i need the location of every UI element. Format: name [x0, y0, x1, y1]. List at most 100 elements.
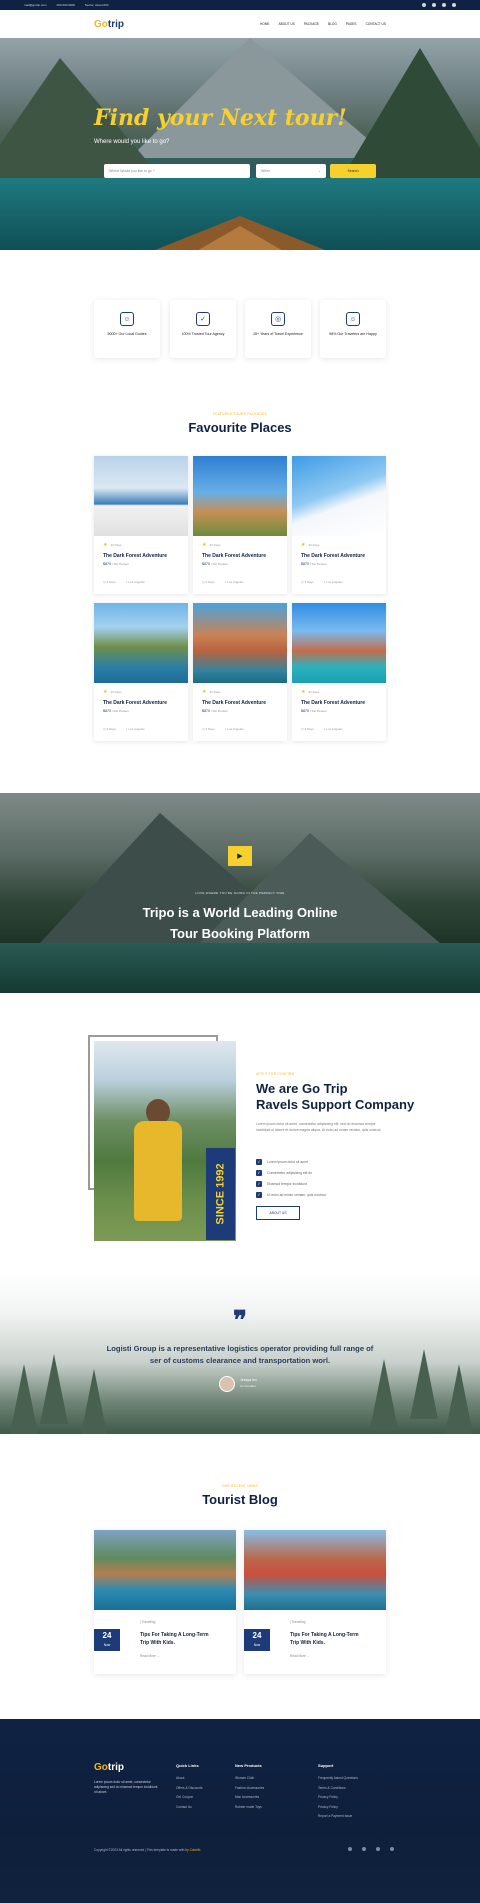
trusted-icon: ✓ — [196, 312, 210, 326]
nav-item-contact[interactable]: CONTACT US — [366, 22, 386, 26]
footer-link[interactable]: Frequently Asked Questions — [318, 1774, 358, 1784]
colorlib-link[interactable]: by Colorlib — [185, 1848, 200, 1852]
globe-icon[interactable] — [390, 1847, 394, 1851]
nav-item-package[interactable]: PACKAGE — [304, 22, 319, 26]
place-card[interactable]: ★ 32 Days The Dark Forest Adventure $870 … — [292, 603, 386, 741]
facebook-icon[interactable] — [442, 3, 446, 7]
copyright: Copyright ©2023 All rights reserved | Th… — [94, 1848, 201, 1852]
footer-col-title: New Products — [235, 1763, 262, 1768]
nav-item-pages[interactable]: PAGES — [346, 22, 357, 26]
blog-card[interactable] — [244, 1530, 386, 1674]
footer-col-title: Support — [318, 1763, 334, 1768]
when-select[interactable]: When ⌄ — [256, 164, 326, 178]
check-icon: ✓ — [256, 1180, 262, 1187]
video-title: Tripo is a World Leading Online Tour Book… — [142, 905, 338, 941]
nav-item-blog[interactable]: BLOG — [328, 22, 337, 26]
nav-item-home[interactable]: HOME — [260, 22, 270, 26]
read-more-link[interactable]: Read More → — [290, 1654, 310, 1658]
clock-icon: ◷ 3 Days — [301, 727, 314, 731]
twitter-icon[interactable] — [348, 1847, 352, 1851]
youtube-icon[interactable] — [432, 3, 436, 7]
clock-icon: ◷ 3 Days — [202, 727, 215, 731]
feature-card: ✓ 100% Trusted Tour Agency — [170, 300, 236, 358]
footer-link[interactable]: Report a Payment Issue — [318, 1812, 358, 1822]
star-icon: ★ — [103, 689, 108, 695]
quote-icon: ❞ — [233, 1306, 247, 1336]
footer-link[interactable]: Rubber made Toys — [235, 1803, 264, 1813]
footer-logo[interactable]: Gotrip — [94, 1762, 124, 1773]
footer-link[interactable]: Contact Us — [176, 1803, 203, 1813]
place-card[interactable]: ★ 32 Days The Dark Forest Adventure $870 … — [193, 456, 287, 594]
star-icon: ★ — [301, 542, 306, 548]
about-title: We are Go Trip Ravels Support Company — [256, 1081, 415, 1112]
location-icon: ⌖ Los Angeles — [125, 580, 145, 584]
topbar-phone[interactable]: 000 000 0000 — [57, 3, 75, 7]
footer-links-quick: About Offers & Discounts Get Coupon Cont… — [176, 1774, 203, 1812]
star-icon: ★ — [301, 689, 306, 695]
topbar-social — [422, 3, 456, 7]
clock-icon: ◷ 3 Days — [103, 580, 116, 584]
happy-icon: ☺ — [346, 312, 360, 326]
about-us-button[interactable]: ABOUT US — [256, 1206, 300, 1220]
blog-card[interactable] — [94, 1530, 236, 1674]
list-item: ✓ Ut enim ad minim veniam, quis nostrud — [256, 1191, 326, 1198]
hero-title: Find your Next tour! — [94, 105, 347, 131]
testimonial-text: Logisti Group is a representative logist… — [106, 1344, 374, 1365]
check-icon: ✓ — [256, 1191, 262, 1198]
since-badge: SINCE 1992 — [206, 1148, 235, 1240]
about-kicker: APPLY FOR CONFIRM — [256, 1072, 295, 1076]
location-icon: ⌖ Los Angeles — [323, 727, 343, 731]
location-icon: ⌖ Los Angeles — [125, 727, 145, 731]
place-card[interactable]: ★ 32 Days The Dark Forest Adventure $870 … — [94, 456, 188, 594]
clock-icon: ◷ 3 Days — [103, 727, 116, 731]
list-item: ✓ Eiusmod tempor incididunt — [256, 1180, 307, 1187]
feature-card: ◎ 28+ Years of Travel Experience — [245, 300, 311, 358]
read-more-link[interactable]: Read More → — [140, 1654, 160, 1658]
footer-link[interactable]: Fashion Accessories — [235, 1784, 264, 1794]
destination-search-input[interactable]: Where Would you like to go ? — [104, 164, 250, 178]
search-button[interactable]: Search — [330, 164, 376, 178]
topbar-address: Sector, street 000 — [84, 3, 109, 7]
footer-link[interactable]: Terms & Conditions — [318, 1784, 358, 1794]
top-bar: mail@gotrip.com 000 000 0000 Sector, str… — [0, 0, 480, 10]
list-item: ✓ Consectetur adipisicing elit do — [256, 1169, 313, 1176]
place-card[interactable]: ★ 32 Days The Dark Forest Adventure $870 … — [292, 456, 386, 594]
location-icon: ⌖ Los Angeles — [224, 580, 244, 584]
place-image — [193, 603, 287, 683]
date-badge: 24 Now — [94, 1629, 120, 1651]
footer-link[interactable]: Offers & Discounts — [176, 1784, 203, 1794]
footer-link[interactable]: Get Coupon — [176, 1793, 203, 1803]
behance-icon[interactable] — [376, 1847, 380, 1851]
place-image — [193, 456, 287, 536]
check-icon: ✓ — [256, 1158, 262, 1165]
main-nav: Gotrip HOME ABOUT US PACKAGE BLOG PAGES … — [0, 10, 480, 38]
site-logo[interactable]: Gotrip — [94, 19, 124, 30]
blog-category: | Travelling — [140, 1620, 156, 1624]
blog-image — [244, 1530, 386, 1610]
feature-card: ☺ 98% Our Travelers are Happy — [320, 300, 386, 358]
nav-item-about[interactable]: ABOUT US — [279, 22, 295, 26]
instagram-icon[interactable] — [452, 3, 456, 7]
twitter-icon[interactable] — [422, 3, 426, 7]
testimonial-role: Co Founder — [240, 1384, 256, 1388]
facebook-icon[interactable] — [362, 1847, 366, 1851]
footer-link[interactable]: Woman Cloth — [235, 1774, 264, 1784]
footer-link[interactable]: Man Accessories — [235, 1793, 264, 1803]
footer-link[interactable]: Privacy Policy — [318, 1793, 358, 1803]
footer-link[interactable]: Privacy Policy — [318, 1803, 358, 1813]
place-card[interactable]: ★ 32 Days The Dark Forest Adventure $870 … — [94, 603, 188, 741]
footer-description: Lorem ipsum dolor sit amet, consectetur … — [94, 1780, 158, 1794]
place-card[interactable]: ★ 32 Days The Dark Forest Adventure $870 … — [193, 603, 287, 741]
place-image — [292, 456, 386, 536]
list-item: ✓ Lorem ipsum dolor sit amet — [256, 1158, 308, 1165]
footer-link[interactable]: About — [176, 1774, 203, 1784]
place-image — [94, 603, 188, 683]
topbar-email[interactable]: mail@gotrip.com — [24, 3, 47, 7]
about-text: Lorem ipsum dolor sit amet, consectetur … — [256, 1122, 382, 1132]
places-title: Favourite Places — [188, 420, 292, 435]
blog-post-title[interactable]: Tips For Taking A Long-Term Trip With Kid… — [290, 1631, 359, 1647]
blog-post-title[interactable]: Tips For Taking A Long-Term Trip With Kid… — [140, 1631, 209, 1647]
play-icon[interactable]: ▶ — [228, 846, 252, 866]
clock-icon: ◷ 3 Days — [301, 580, 314, 584]
video-kicker: LOVE WHERE YOU'RE GOING IN THE PERFECT T… — [195, 891, 285, 895]
